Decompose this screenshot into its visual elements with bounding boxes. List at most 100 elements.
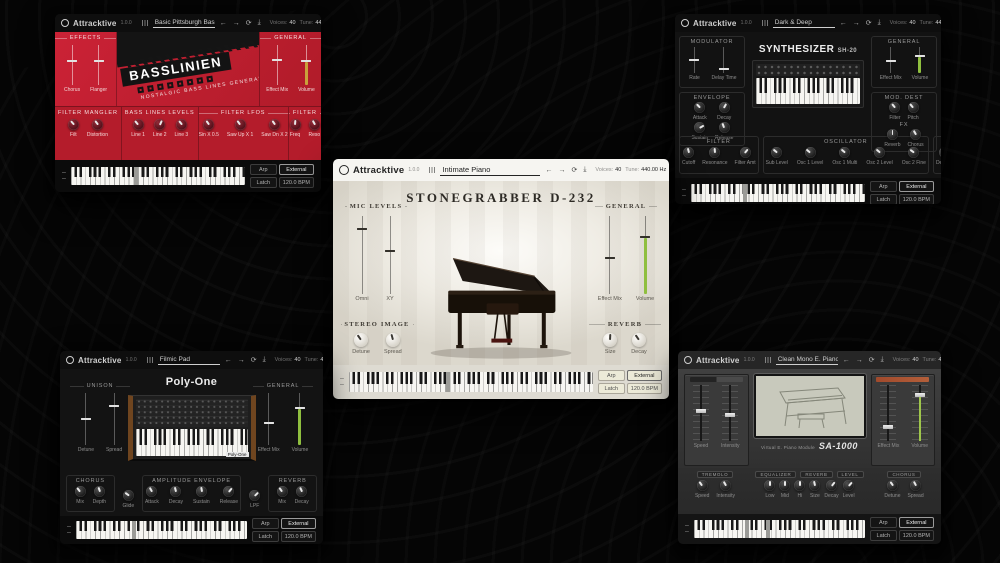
reload-icon[interactable]: ⟳ (866, 19, 872, 27)
osc2-fine-knob[interactable] (908, 147, 919, 158)
preset-name[interactable]: Intimate Piano (440, 165, 540, 176)
cutoff-knob[interactable] (683, 147, 694, 158)
external-button[interactable]: External (279, 164, 314, 175)
preset-name[interactable]: Dark & Deep (773, 19, 835, 28)
detune-knob[interactable] (354, 333, 368, 347)
sustain-knob[interactable] (694, 122, 705, 133)
chorus-spread-knob[interactable] (910, 480, 921, 491)
chorus-slider[interactable] (65, 45, 79, 85)
latch-button[interactable]: Latch (870, 194, 897, 204)
sawdn-lfo-knob[interactable] (269, 119, 280, 130)
sawup-lfo-knob[interactable] (235, 119, 246, 130)
tremolo-speed-knob[interactable] (697, 480, 708, 491)
reload-icon[interactable]: ⟳ (869, 356, 875, 364)
effect-mix-slider[interactable] (262, 393, 276, 445)
reload-icon[interactable]: ⟳ (251, 356, 257, 364)
volume-meter[interactable] (293, 393, 307, 445)
sub-level-knob[interactable] (771, 147, 782, 158)
external-button[interactable]: External (627, 370, 662, 381)
line2-knob[interactable] (154, 119, 165, 130)
reverb-mix-knob[interactable] (277, 486, 288, 497)
octave-buttons[interactable]: –– (340, 378, 344, 386)
chorus-mix-knob[interactable] (75, 486, 86, 497)
volume-meter[interactable] (299, 45, 313, 85)
attack-knob[interactable] (146, 486, 157, 497)
decay-knob[interactable] (719, 102, 730, 113)
reverb-decay-knob[interactable] (826, 480, 837, 491)
effect-mix-fader[interactable] (880, 385, 896, 441)
xy-slider[interactable] (383, 216, 397, 294)
tremolo-intensity-knob[interactable] (720, 480, 731, 491)
piano-keyboard[interactable] (76, 521, 247, 539)
save-preset-icon[interactable]: ⤓ (263, 356, 266, 364)
effect-mix-slider[interactable] (270, 45, 284, 85)
octave-buttons[interactable]: –– (682, 189, 686, 197)
preset-name[interactable]: Clean Mono E. Piano 1 BA (776, 356, 838, 365)
prev-preset-button[interactable]: ← (225, 357, 232, 364)
latch-button[interactable]: Latch (870, 530, 897, 541)
chorus-depth-knob[interactable] (94, 486, 105, 497)
reverb-size-knob[interactable] (809, 480, 820, 491)
piano-keyboard[interactable] (349, 372, 593, 392)
volume-meter[interactable] (913, 47, 927, 73)
external-button[interactable]: External (281, 518, 316, 529)
tune-value[interactable]: 440.00 Hz (935, 20, 941, 26)
effect-mix-slider[interactable] (884, 47, 898, 73)
eq-mid-knob[interactable] (779, 480, 790, 491)
voices-value[interactable]: 40 (909, 20, 915, 26)
save-preset-icon[interactable]: ⤓ (878, 19, 881, 27)
sustain-knob[interactable] (196, 486, 207, 497)
tune-value[interactable]: 440.00 Hz (938, 357, 941, 363)
prev-preset-button[interactable]: ← (843, 357, 850, 364)
tune-value[interactable]: 440.00 Hz (315, 20, 321, 26)
arp-button[interactable]: Arp (870, 517, 897, 528)
next-preset-button[interactable]: → (558, 167, 565, 174)
freq-knob[interactable] (290, 119, 301, 130)
octave-buttons[interactable]: –– (62, 172, 66, 180)
save-preset-icon[interactable]: ⤓ (258, 19, 261, 27)
sin-lfo-knob[interactable] (203, 119, 214, 130)
octave-buttons[interactable]: –– (67, 526, 71, 534)
spread-slider[interactable] (107, 393, 121, 445)
distortion-knob[interactable] (92, 119, 103, 130)
mod-filter-knob[interactable] (889, 102, 900, 113)
glide-knob[interactable] (123, 490, 134, 501)
rate-slider[interactable] (687, 47, 701, 73)
arp-button[interactable]: Arp (250, 164, 277, 175)
attack-knob[interactable] (694, 102, 705, 113)
bpm-button[interactable]: 120.0 BPM (899, 194, 934, 204)
arp-button[interactable]: Arp (598, 370, 625, 381)
latch-button[interactable]: Latch (250, 177, 277, 188)
size-knob[interactable] (603, 333, 617, 347)
filt-knob[interactable] (68, 119, 79, 130)
reload-icon[interactable]: ⟳ (246, 19, 252, 27)
resonance-knob[interactable] (709, 147, 720, 158)
volume-meter[interactable] (638, 216, 652, 294)
voices-value[interactable]: 40 (912, 357, 918, 363)
octave-buttons[interactable]: –– (685, 525, 689, 533)
eq-hi-knob[interactable] (794, 480, 805, 491)
detune-slider[interactable] (79, 393, 93, 445)
bpm-button[interactable]: 120.0 BPM (899, 530, 934, 541)
osc2-level-knob[interactable] (874, 147, 885, 158)
flanger-slider[interactable] (92, 45, 106, 85)
save-preset-icon[interactable]: ⤓ (881, 356, 884, 364)
release-knob[interactable] (719, 122, 730, 133)
osc1-level-knob[interactable] (805, 147, 816, 158)
latch-button[interactable]: Latch (252, 531, 279, 542)
piano-keyboard[interactable] (694, 520, 865, 538)
decay-knob[interactable] (632, 333, 646, 347)
prev-preset-button[interactable]: ← (840, 20, 847, 27)
preset-name[interactable]: Basic Pittsburgh Bass Line 4 1... (153, 19, 215, 28)
tune-value[interactable]: 440.00 Hz (641, 167, 666, 173)
tune-value[interactable]: 440.00 Hz (320, 357, 323, 363)
voices-value[interactable]: 40 (615, 167, 621, 173)
voices-value[interactable]: 40 (289, 20, 295, 26)
line1-knob[interactable] (133, 119, 144, 130)
filter-amt-knob[interactable] (740, 147, 751, 158)
piano-keyboard[interactable] (691, 184, 865, 202)
reverb-knob[interactable] (887, 129, 898, 140)
preset-name[interactable]: Filmic Pad (158, 356, 220, 365)
intensity-fader[interactable] (722, 385, 738, 441)
bpm-button[interactable]: 120.0 BPM (627, 383, 662, 394)
